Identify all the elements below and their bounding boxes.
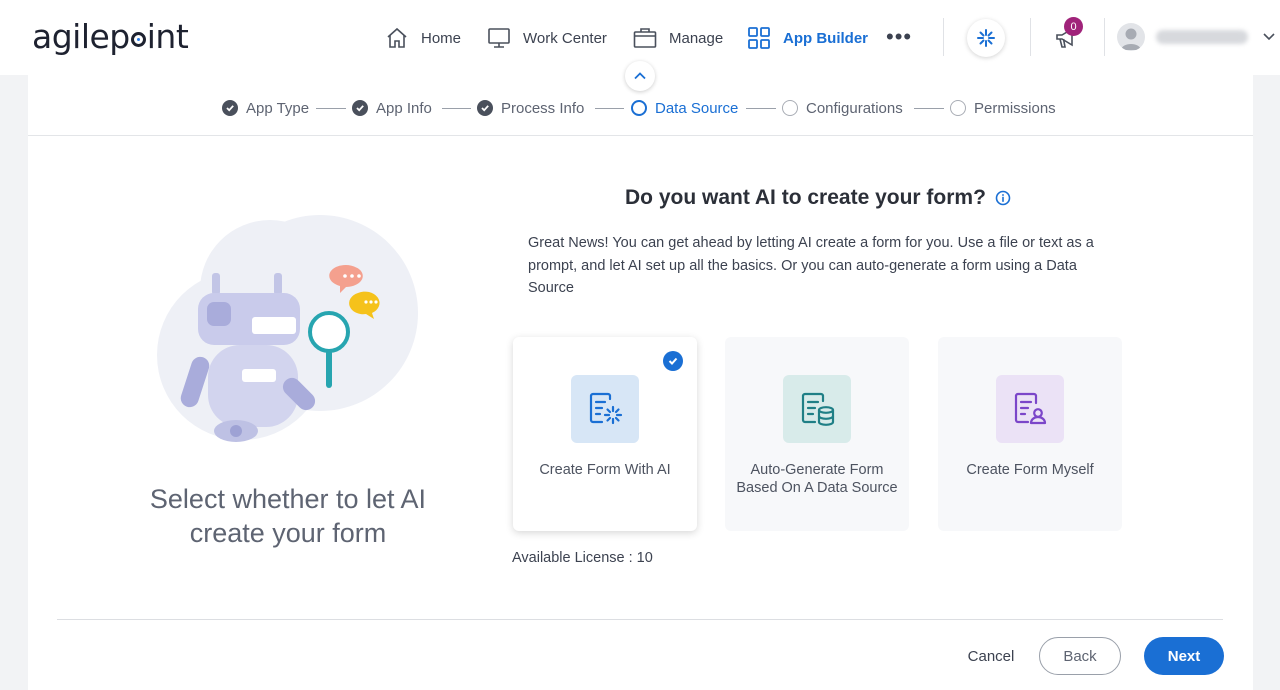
- back-button[interactable]: Back: [1039, 637, 1121, 675]
- logo-dot: [130, 32, 146, 47]
- empty-circle-icon: [950, 100, 966, 116]
- header-divider: [28, 135, 1253, 136]
- step-app-info[interactable]: App Info: [352, 96, 432, 120]
- briefcase-icon: [633, 28, 657, 48]
- nav-manage-label: Manage: [669, 29, 724, 47]
- step-process-info[interactable]: Process Info: [477, 96, 584, 120]
- robot-illustration: [157, 215, 418, 442]
- description-text: Great News! You can get ahead by letting…: [528, 235, 1094, 296]
- next-button[interactable]: Next: [1144, 637, 1224, 675]
- option-label: Auto-Generate Form Based On A Data Sourc…: [736, 462, 898, 496]
- agilepoint-logo[interactable]: agilep int: [32, 17, 189, 56]
- chevron-down-icon[interactable]: [1262, 30, 1276, 44]
- wizard-stepper: App Type App Info Process Info Data Sour…: [0, 96, 1280, 120]
- option-label: Create Form Myself: [966, 462, 1094, 478]
- ai-form-icon: [571, 375, 639, 443]
- option-label: Create Form With AI: [539, 462, 671, 478]
- empty-circle-icon: [782, 100, 798, 116]
- notification-badge: 0: [1064, 17, 1083, 36]
- step-connector: [914, 108, 944, 109]
- step-data-source[interactable]: Data Source: [631, 96, 738, 120]
- monitor-icon: [488, 28, 510, 48]
- step-connector: [316, 108, 346, 109]
- chevron-up-icon: [634, 72, 646, 80]
- ai-sparkle-icon: [977, 29, 995, 47]
- step-label: Configurations: [806, 99, 903, 117]
- option-create-form-myself[interactable]: Create Form Myself: [938, 337, 1122, 531]
- check-circle-icon: [477, 100, 493, 116]
- user-name-blurred[interactable]: [1156, 30, 1248, 44]
- step-label: Data Source: [655, 99, 739, 117]
- step-app-type[interactable]: App Type: [222, 96, 309, 120]
- check-circle-icon: [352, 100, 368, 116]
- grid-icon: [748, 27, 770, 49]
- question-text: Do you want AI to create your form?: [625, 186, 986, 209]
- option-create-form-with-ai[interactable]: Create Form With AI: [513, 337, 697, 531]
- step-label: App Type: [246, 99, 310, 117]
- current-step-circle-icon: [631, 100, 647, 116]
- home-icon: [387, 27, 407, 48]
- user-form-icon: [996, 375, 1064, 443]
- available-license-text: Available License : 10: [512, 550, 653, 566]
- nav-divider: [943, 18, 944, 56]
- step-connector: [746, 108, 776, 109]
- nav-work-center-label: Work Center: [523, 29, 607, 47]
- step-connector: [442, 108, 471, 109]
- footer-divider: [57, 619, 1223, 620]
- more-menu-icon[interactable]: •••: [886, 26, 912, 48]
- cancel-button[interactable]: Cancel: [953, 637, 1029, 675]
- database-form-icon: [783, 375, 851, 443]
- user-avatar-icon: [1121, 28, 1141, 50]
- nav-home-label: Home: [421, 29, 462, 47]
- user-avatar[interactable]: [1117, 23, 1145, 51]
- nav-manage[interactable]: Manage: [633, 24, 723, 52]
- selected-check-icon: [663, 351, 683, 371]
- nav-divider: [1030, 18, 1031, 56]
- step-configurations[interactable]: Configurations: [782, 96, 903, 120]
- step-label: Permissions: [974, 99, 1056, 117]
- nav-work-center[interactable]: Work Center: [487, 24, 607, 52]
- nav-app-builder-label: App Builder: [783, 29, 868, 47]
- step-label: App Info: [376, 99, 432, 117]
- left-caption: Select whether to let AI create your for…: [149, 484, 427, 548]
- step-label: Process Info: [501, 99, 585, 117]
- nav-divider: [1104, 18, 1105, 56]
- step-permissions[interactable]: Permissions: [950, 96, 1056, 120]
- question-heading: Do you want AI to create your form?: [625, 186, 1011, 210]
- info-icon[interactable]: [995, 190, 1011, 206]
- check-circle-icon: [222, 100, 238, 116]
- option-auto-generate-form[interactable]: Auto-Generate Form Based On A Data Sourc…: [725, 337, 909, 531]
- nav-home[interactable]: Home: [385, 24, 461, 52]
- ai-assistant-button[interactable]: [967, 19, 1005, 57]
- collapse-header-button[interactable]: [625, 61, 655, 91]
- step-connector: [595, 108, 624, 109]
- nav-app-builder[interactable]: App Builder: [747, 24, 868, 52]
